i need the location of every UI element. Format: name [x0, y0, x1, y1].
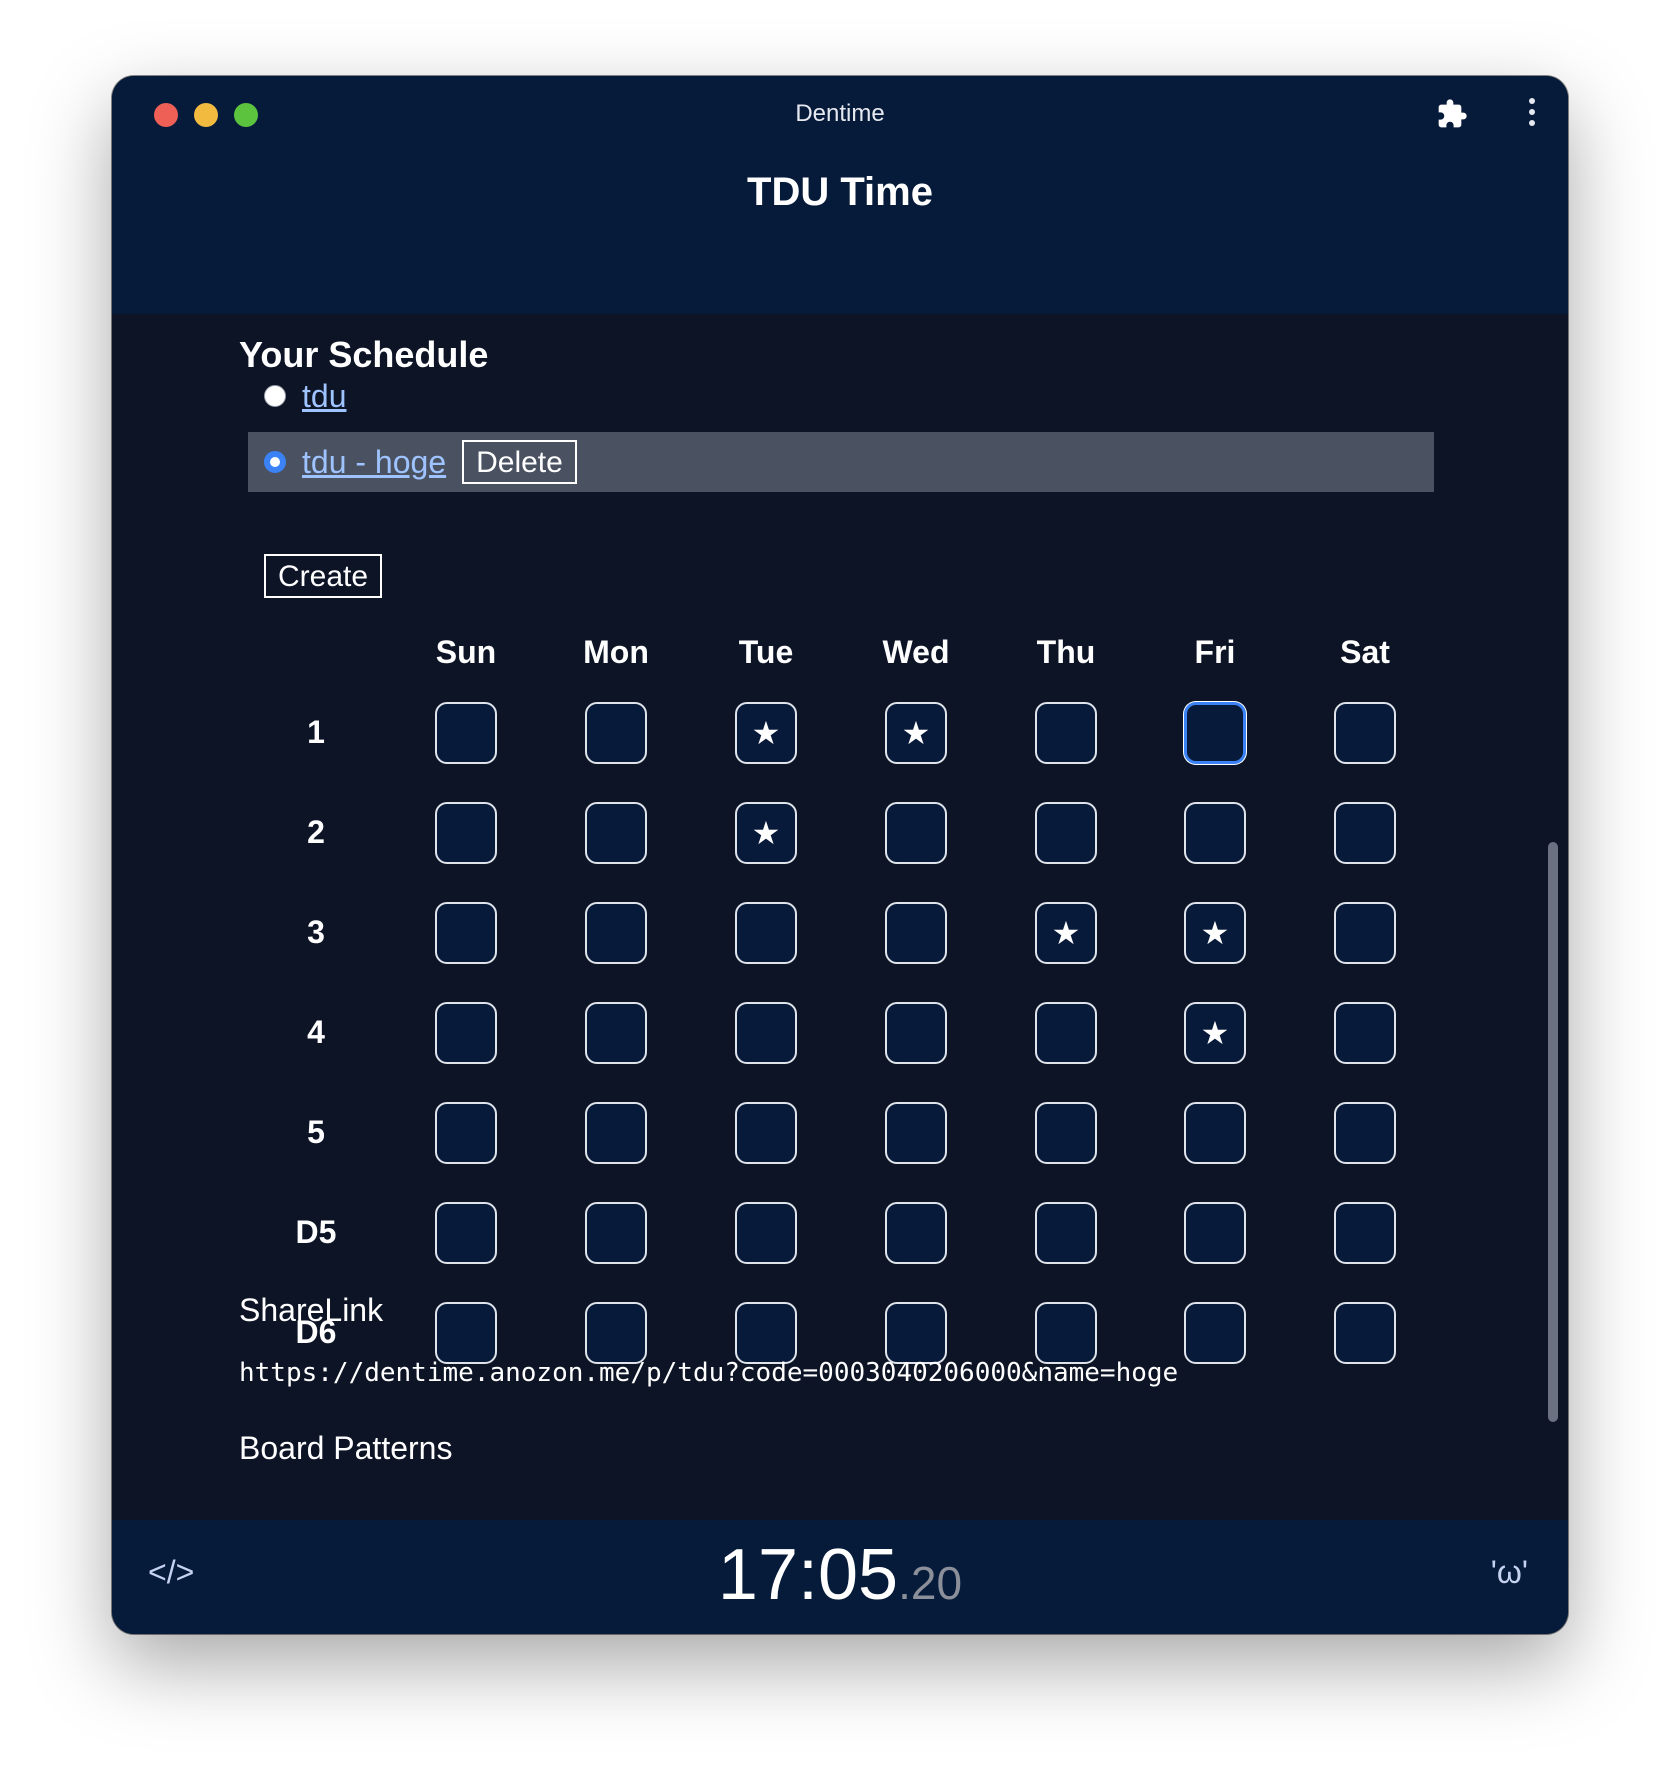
app-window: Dentime TDU Time Your Schedule tdu tdu -…: [112, 76, 1568, 1634]
schedule-cell[interactable]: [885, 1202, 947, 1264]
schedule-cell[interactable]: [585, 702, 647, 764]
schedule-cell[interactable]: ★: [1184, 902, 1246, 964]
star-icon: ★: [1051, 915, 1081, 951]
schedule-cell[interactable]: [435, 702, 497, 764]
period-label: 3: [307, 914, 325, 950]
schedule-cell[interactable]: [1334, 702, 1396, 764]
schedule-cell[interactable]: ★: [885, 702, 947, 764]
window-title: Dentime: [795, 100, 885, 127]
schedule-cell[interactable]: [1035, 1002, 1097, 1064]
schedule-cell[interactable]: [885, 802, 947, 864]
day-header-mon: Mon: [583, 634, 649, 670]
schedule-cell[interactable]: [1035, 1302, 1097, 1364]
schedule-link-tdu-hoge[interactable]: tdu - hoge: [302, 444, 446, 481]
star-icon: ★: [751, 715, 781, 751]
scrollbar[interactable]: [1548, 842, 1558, 1422]
schedule-cell[interactable]: [735, 1002, 797, 1064]
schedule-cell[interactable]: [585, 802, 647, 864]
period-label: 4: [307, 1014, 325, 1050]
schedule-cell[interactable]: [585, 1102, 647, 1164]
schedule-item-tdu[interactable]: tdu: [248, 366, 1434, 426]
schedule-radio-tdu[interactable]: [264, 385, 286, 407]
schedule-cell[interactable]: [435, 1002, 497, 1064]
schedule-cell[interactable]: [1035, 1102, 1097, 1164]
schedule-cell[interactable]: [1334, 902, 1396, 964]
schedule-cell[interactable]: [885, 1102, 947, 1164]
app-title: TDU Time: [747, 170, 933, 214]
star-icon: ★: [1200, 1015, 1230, 1051]
main-content: Your Schedule tdu tdu - hoge Delete Crea…: [112, 314, 1568, 1596]
schedule-cell[interactable]: [1334, 802, 1396, 864]
schedule-cell[interactable]: [1334, 1302, 1396, 1364]
schedule-cell[interactable]: [585, 1302, 647, 1364]
schedule-cell[interactable]: [435, 1202, 497, 1264]
clock-main: 17:05: [717, 1535, 899, 1615]
day-header-fri: Fri: [1194, 634, 1236, 670]
schedule-link-tdu[interactable]: tdu: [302, 378, 346, 415]
schedule-cell[interactable]: [885, 902, 947, 964]
schedule-cell[interactable]: [1184, 702, 1246, 764]
face-icon[interactable]: 'ω': [1491, 1554, 1528, 1591]
schedule-cell[interactable]: [1184, 1302, 1246, 1364]
schedule-cell[interactable]: ★: [1184, 1002, 1246, 1064]
more-menu-icon[interactable]: [1526, 98, 1538, 130]
schedule-item-tdu-hoge[interactable]: tdu - hoge Delete: [248, 432, 1434, 492]
schedule-cell[interactable]: [435, 902, 497, 964]
period-label: D5: [295, 1214, 337, 1250]
star-icon: ★: [751, 815, 781, 851]
schedule-cell[interactable]: [1184, 1202, 1246, 1264]
day-header-sun: Sun: [435, 634, 497, 670]
period-label: 1: [307, 714, 325, 750]
period-label: 2: [307, 814, 325, 850]
schedule-cell[interactable]: [435, 1302, 497, 1364]
period-label: 5: [307, 1114, 325, 1150]
schedule-cell[interactable]: [585, 902, 647, 964]
create-button[interactable]: Create: [264, 554, 383, 598]
schedule-cell[interactable]: [885, 1302, 947, 1364]
star-icon: ★: [1200, 915, 1230, 951]
schedule-cell[interactable]: [735, 902, 797, 964]
share-link-label: ShareLink: [239, 1292, 384, 1328]
schedule-cell[interactable]: [1035, 802, 1097, 864]
schedule-cell[interactable]: [1334, 1002, 1396, 1064]
schedule-cell[interactable]: [585, 1202, 647, 1264]
footer-bar: </> 17:05.20 'ω': [112, 1520, 1568, 1634]
schedule-cell[interactable]: [435, 802, 497, 864]
clock: 17:05.20: [112, 1534, 1568, 1616]
schedule-cell[interactable]: [1035, 702, 1097, 764]
schedule-cell[interactable]: [735, 1302, 797, 1364]
schedule-cell[interactable]: [1184, 1102, 1246, 1164]
day-header-thu: Thu: [1036, 634, 1096, 670]
schedule-cell[interactable]: [735, 1102, 797, 1164]
schedule-cell[interactable]: [1184, 802, 1246, 864]
schedule-cell[interactable]: ★: [1035, 902, 1097, 964]
schedule-radio-tdu-hoge[interactable]: [264, 451, 286, 473]
clock-fraction: .20: [898, 1557, 963, 1609]
delete-button[interactable]: Delete: [462, 440, 577, 484]
schedule-cell[interactable]: [1334, 1202, 1396, 1264]
schedule-cell[interactable]: ★: [735, 802, 797, 864]
schedule-cell[interactable]: [435, 1102, 497, 1164]
schedule-cell[interactable]: [885, 1002, 947, 1064]
schedule-cell[interactable]: ★: [735, 702, 797, 764]
puzzle-icon[interactable]: [1436, 98, 1468, 130]
schedule-cell[interactable]: [735, 1202, 797, 1264]
schedule-cell[interactable]: [1334, 1102, 1396, 1164]
day-header-sat: Sat: [1340, 634, 1390, 670]
board-patterns-label: Board Patterns: [239, 1430, 453, 1466]
day-header-tue: Tue: [738, 634, 794, 670]
share-link-url[interactable]: https://dentime.anozon.me/p/tdu?code=000…: [239, 1358, 1178, 1388]
schedule-cell[interactable]: [585, 1002, 647, 1064]
schedule-cell[interactable]: [1035, 1202, 1097, 1264]
day-header-wed: Wed: [882, 634, 950, 670]
star-icon: ★: [901, 715, 931, 751]
title-bar: Dentime: [112, 76, 1568, 162]
